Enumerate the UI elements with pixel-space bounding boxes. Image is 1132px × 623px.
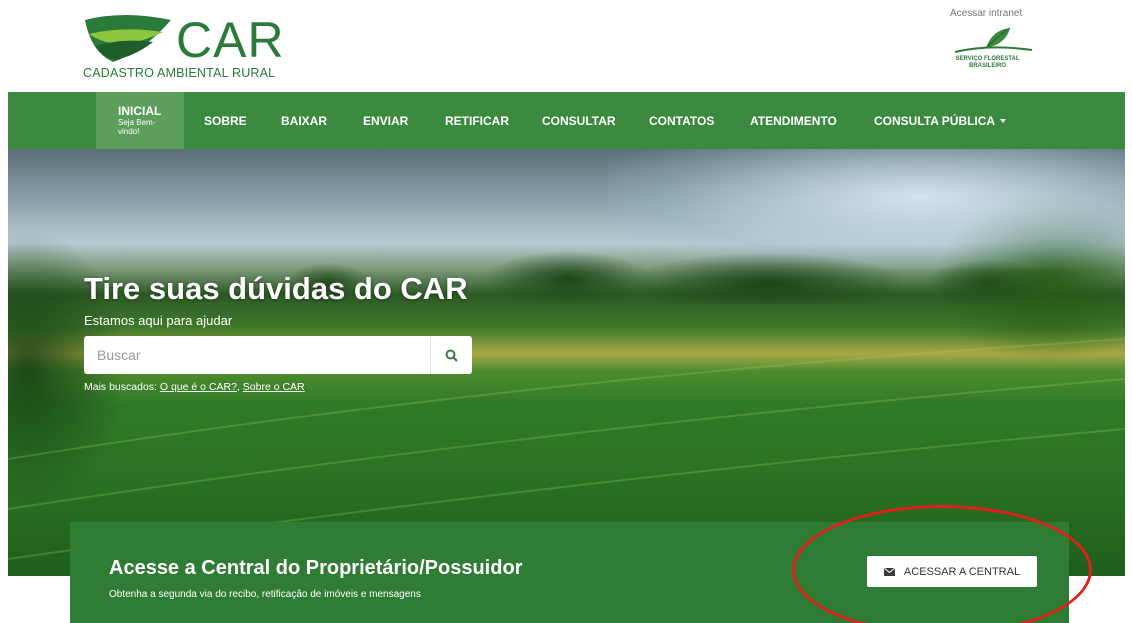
servico-florestal-logo[interactable]: SERVIÇO FLORESTAL BRASILEIRO <box>940 26 1035 81</box>
forest-service-line-1: SERVIÇO FLORESTAL <box>955 56 1020 62</box>
forest-service-line-2: BRASILEIRO <box>968 63 1006 69</box>
popular-searches: Mais buscados: O que é o CAR?, Sobre o C… <box>84 381 305 393</box>
search-button[interactable] <box>430 336 472 374</box>
central-subtitle: Obtenha a segunda via do recibo, retific… <box>109 589 421 600</box>
logo-subtitle: CADASTRO AMBIENTAL RURAL <box>83 66 276 80</box>
nav-item-sobre[interactable]: SOBRE <box>204 92 247 149</box>
central-title: Acesse a Central do Proprietário/Possuid… <box>109 557 523 579</box>
envelope-icon <box>883 567 895 576</box>
main-nav: INICIAL Seja Bem-vindo! SOBRE BAIXAR ENV… <box>8 92 1125 149</box>
nav-item-consultar[interactable]: CONSULTAR <box>542 92 616 149</box>
leaf-logo-icon <box>85 15 171 62</box>
nav-inicial-sub: Seja Bem-vindo! <box>118 118 156 136</box>
popular-link-o-que-e[interactable]: O que é o CAR? <box>160 381 237 393</box>
popular-label: Mais buscados: <box>84 381 157 393</box>
intranet-link[interactable]: Acessar intranet <box>950 8 1022 19</box>
search-input[interactable] <box>84 336 430 374</box>
hero-subtitle: Estamos aqui para ajudar <box>84 313 233 328</box>
search-bar <box>84 336 472 374</box>
central-banner: Acesse a Central do Proprietário/Possuid… <box>70 522 1069 623</box>
forest-service-leaf-icon <box>954 27 1033 53</box>
search-icon <box>445 349 458 362</box>
logo-title: CAR <box>176 12 285 68</box>
nav-item-enviar[interactable]: ENVIAR <box>363 92 408 149</box>
forest-service-text: SERVIÇO FLORESTAL BRASILEIRO <box>940 56 1035 70</box>
nav-item-inicial[interactable]: INICIAL Seja Bem-vindo! <box>96 92 184 149</box>
nav-item-contatos[interactable]: CONTATOS <box>649 92 714 149</box>
acessar-central-label: ACESSAR A CENTRAL <box>903 565 1021 578</box>
nav-item-atendimento[interactable]: ATENDIMENTO <box>750 92 837 149</box>
hero-banner: Tire suas dúvidas do CAR Estamos aqui pa… <box>8 149 1125 576</box>
nav-item-consulta-publica[interactable]: CONSULTA PÚBLICA <box>874 92 1007 149</box>
acessar-central-button[interactable]: ACESSAR A CENTRAL <box>867 556 1037 587</box>
nav-consulta-publica-label: CONSULTA PÚBLICA <box>874 113 996 128</box>
car-logo[interactable]: CAR CADASTRO AMBIENTAL RURAL <box>83 12 303 82</box>
nav-inicial-label: INICIAL <box>118 104 162 118</box>
popular-link-sobre[interactable]: Sobre o CAR <box>243 381 305 393</box>
hero-title: Tire suas dúvidas do CAR <box>84 271 468 306</box>
nav-item-baixar[interactable]: BAIXAR <box>281 92 327 149</box>
caret-down-icon <box>1000 118 1007 123</box>
site-header: CAR CADASTRO AMBIENTAL RURAL Acessar int… <box>0 0 1132 92</box>
nav-item-retificar[interactable]: RETIFICAR <box>445 92 509 149</box>
